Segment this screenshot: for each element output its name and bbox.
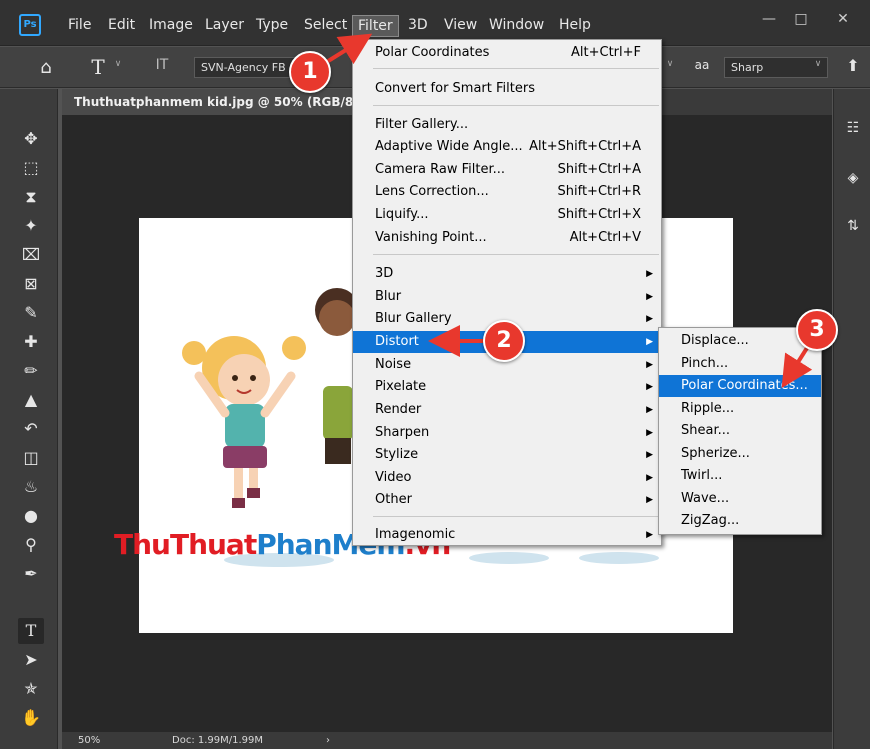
annotation-arrows [323,33,814,389]
step-badge-2: 2 [483,320,525,362]
step-badge-3: 3 [796,309,838,351]
step-badge-1: 1 [289,51,331,93]
arrow-to-filter-menu [323,33,373,65]
